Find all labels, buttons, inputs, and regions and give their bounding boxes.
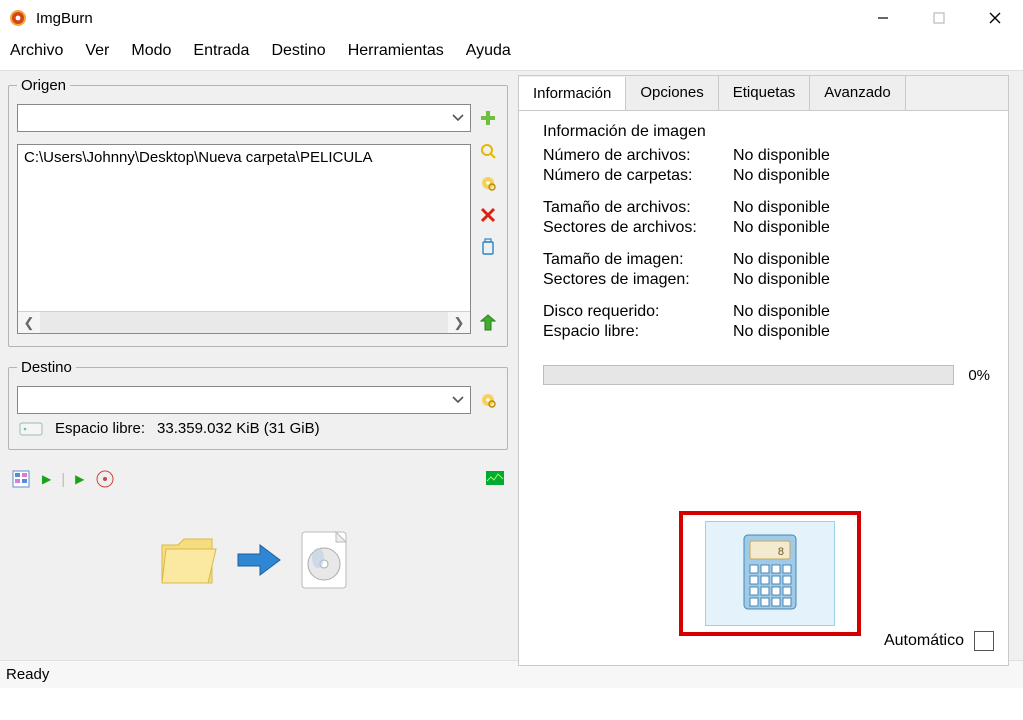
- drive-icon: [19, 421, 43, 437]
- menu-entrada[interactable]: Entrada: [193, 42, 249, 60]
- file-size-value: No disponible: [733, 199, 830, 217]
- tab-informacion[interactable]: Información: [519, 77, 626, 111]
- maximize-button[interactable]: [911, 0, 967, 36]
- horizontal-scrollbar[interactable]: ❮ ❯: [18, 311, 470, 333]
- calculator-icon: 8: [740, 533, 800, 615]
- tab-etiquetas[interactable]: Etiquetas: [719, 76, 811, 110]
- menu-archivo[interactable]: Archivo: [10, 42, 63, 60]
- calculator-highlight: 8: [679, 511, 861, 636]
- toolstrip: ▶ | ▶: [8, 462, 508, 490]
- browse-destination-button[interactable]: [477, 389, 499, 411]
- status-text: Ready: [6, 666, 49, 683]
- menu-modo[interactable]: Modo: [131, 42, 171, 60]
- chevron-down-icon: [446, 105, 470, 131]
- parent-folder-button[interactable]: [477, 312, 499, 334]
- origen-combo[interactable]: [17, 104, 471, 132]
- progress-percent: 0%: [968, 367, 990, 384]
- freespace-label: Espacio libre:: [543, 323, 733, 341]
- num-folders-label: Número de carpetas:: [543, 167, 733, 185]
- tab-avanzado[interactable]: Avanzado: [810, 76, 905, 110]
- source-listbox[interactable]: C:\Users\Johnny\Desktop\Nueva carpeta\PE…: [17, 144, 471, 334]
- scroll-left-button[interactable]: ❮: [18, 312, 40, 333]
- image-size-value: No disponible: [733, 251, 830, 269]
- browse-file-button[interactable]: [477, 140, 499, 162]
- num-files-label: Número de archivos:: [543, 147, 733, 165]
- disc-required-label: Disco requerido:: [543, 303, 733, 321]
- source-path: C:\Users\Johnny\Desktop\Nueva carpeta\PE…: [18, 145, 470, 311]
- image-sectors-value: No disponible: [733, 271, 830, 289]
- calculate-button[interactable]: 8: [705, 521, 835, 626]
- num-folders-value: No disponible: [733, 167, 830, 185]
- menu-ver[interactable]: Ver: [85, 42, 109, 60]
- play1-button[interactable]: ▶: [42, 472, 51, 486]
- origen-group: Origen C:\Users\Johnny\Desktop\Nueva car…: [8, 77, 508, 347]
- file-sectors-value: No disponible: [733, 219, 830, 237]
- image-info-header: Información de imagen: [543, 123, 990, 141]
- title-bar: ImgBurn: [0, 0, 1023, 36]
- destino-combo[interactable]: [17, 386, 471, 414]
- origen-label: Origen: [17, 77, 70, 94]
- file-size-label: Tamaño de archivos:: [543, 199, 733, 217]
- folder-icon: [158, 531, 222, 593]
- tab-bar: Información Opciones Etiquetas Avanzado: [518, 75, 1009, 110]
- free-space-value: 33.359.032 KiB (31 GiB): [157, 420, 320, 437]
- play2-button[interactable]: ▶: [75, 472, 84, 486]
- separator: |: [61, 471, 65, 488]
- disc-required-value: No disponible: [733, 303, 830, 321]
- image-sectors-label: Sectores de imagen:: [543, 271, 733, 289]
- free-space-label: Espacio libre:: [55, 420, 145, 437]
- automatic-label: Automático: [884, 632, 964, 650]
- window-title: ImgBurn: [36, 10, 93, 27]
- add-button[interactable]: [477, 107, 499, 129]
- file-sectors-label: Sectores de archivos:: [543, 219, 733, 237]
- tab-content: Información de imagen Número de archivos…: [518, 110, 1009, 666]
- scroll-track[interactable]: [40, 312, 448, 333]
- destino-label: Destino: [17, 359, 76, 376]
- remove-button[interactable]: [477, 204, 499, 226]
- progress-bar: [543, 365, 954, 385]
- freespace-value: No disponible: [733, 323, 830, 341]
- disc-image-icon: [296, 530, 352, 594]
- browse-disc-button[interactable]: [477, 172, 499, 194]
- recycle-button[interactable]: [477, 236, 499, 258]
- close-button[interactable]: [967, 0, 1023, 36]
- layout-settings-button[interactable]: [10, 468, 32, 490]
- build-action[interactable]: [8, 490, 508, 594]
- monitor-icon[interactable]: [484, 468, 506, 490]
- scroll-right-button[interactable]: ❯: [448, 312, 470, 333]
- menu-bar: Archivo Ver Modo Entrada Destino Herrami…: [0, 36, 1023, 70]
- num-files-value: No disponible: [733, 147, 830, 165]
- automatic-checkbox[interactable]: [974, 631, 994, 651]
- app-icon: [8, 8, 28, 28]
- image-size-label: Tamaño de imagen:: [543, 251, 733, 269]
- menu-herramientas[interactable]: Herramientas: [348, 42, 444, 60]
- chevron-down-icon: [446, 387, 470, 413]
- menu-ayuda[interactable]: Ayuda: [466, 42, 511, 60]
- disc-status-icon[interactable]: [94, 468, 116, 490]
- menu-destino[interactable]: Destino: [271, 42, 325, 60]
- tab-opciones[interactable]: Opciones: [626, 76, 718, 110]
- minimize-button[interactable]: [855, 0, 911, 36]
- svg-text:8: 8: [778, 546, 784, 558]
- destino-group: Destino Espacio libre: 33.359.032 KiB (3: [8, 359, 508, 450]
- arrow-right-icon: [236, 542, 282, 582]
